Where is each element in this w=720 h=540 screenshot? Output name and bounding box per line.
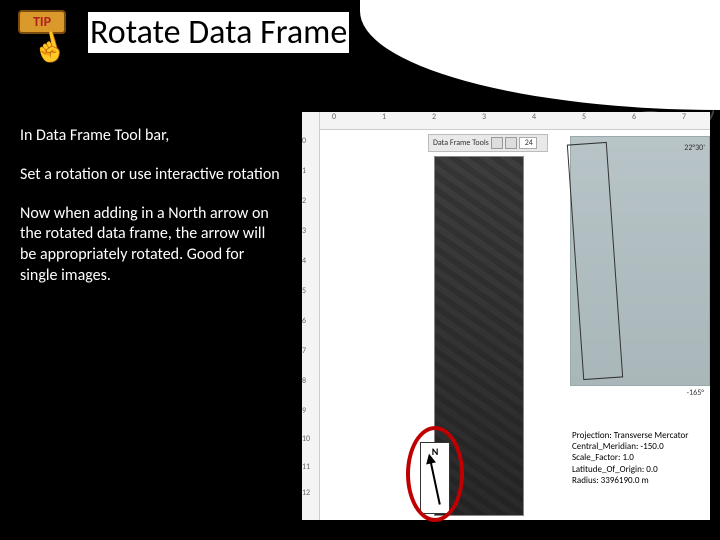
page-title: Rotate Data Frame: [88, 12, 349, 53]
body-p2: Set a rotation or use interactive rotati…: [20, 165, 280, 186]
data-frame-toolbar[interactable]: Data Frame Tools 24: [428, 134, 548, 152]
ruler-horizontal: 0 1 2 3 4 5 6 7: [302, 112, 710, 130]
context-lat-label: 22°30': [684, 143, 705, 153]
projection-info: Projection: Transverse Mercator Central_…: [572, 430, 708, 486]
toolbar-label: Data Frame Tools: [433, 138, 489, 148]
page-subtitle: North arrow will follow: [88, 53, 720, 80]
ruler-vertical: 0 1 2 3 4 5 6 7 8 9 10 11 12: [302, 112, 320, 520]
rotate-ccw-icon[interactable]: [491, 137, 503, 149]
context-map: 22°30': [570, 136, 710, 386]
proj-line: Projection: Transverse Mercator: [572, 430, 708, 441]
footprint-outline: [567, 142, 623, 380]
body-text: In Data Frame Tool bar, Set a rotation o…: [20, 126, 280, 305]
proj-line: Latitude_Of_Origin: 0.0: [572, 464, 708, 475]
north-arrow: N: [420, 442, 450, 514]
body-p3: Now when adding in a North arrow on the …: [20, 204, 280, 287]
rotation-input[interactable]: 24: [519, 137, 537, 149]
rotate-cw-icon[interactable]: [505, 137, 517, 149]
context-lon-label: -165°: [687, 388, 704, 398]
proj-line: Scale_Factor: 1.0: [572, 452, 708, 463]
tip-icon: TIP ☝: [12, 6, 74, 68]
north-arrow-icon: [429, 459, 441, 504]
body-p1: In Data Frame Tool bar,: [20, 126, 280, 147]
proj-line: Radius: 3396190.0 m: [572, 475, 708, 486]
layout-canvas: 22°30' -165° Data Frame Tools 24 N Proje…: [320, 130, 710, 520]
proj-line: Central_Meridian: -150.0: [572, 441, 708, 452]
layout-figure: 0 1 2 3 4 5 6 7 0 1 2 3 4 5 6 7 8 9 10 1…: [302, 112, 710, 520]
